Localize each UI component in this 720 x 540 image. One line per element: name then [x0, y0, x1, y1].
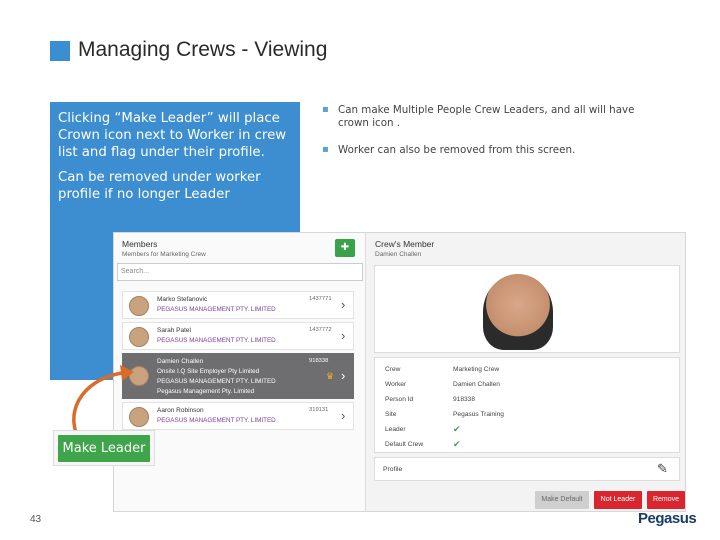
member-company-2: PEGASUS MANAGEMENT PTY. LIMITED	[157, 378, 276, 385]
callout-text-1: Clicking “Make Leader” will place Crown …	[58, 111, 287, 160]
add-member-button[interactable]: ✚	[335, 239, 355, 257]
bullet-item: Can make Multiple People Crew Leaders, a…	[322, 103, 662, 130]
member-company: PEGASUS MANAGEMENT PTY. LIMITED	[157, 417, 276, 424]
detail-value-site: Pegasus Training	[453, 411, 504, 418]
crew-member-subtitle: Damien Challen	[375, 251, 422, 258]
callout-text-2: Can be removed under worker profile if n…	[58, 170, 261, 202]
make-leader-callout: Make Leader	[53, 430, 155, 466]
member-row[interactable]: Sarah Patel PEGASUS MANAGEMENT PTY. LIMI…	[122, 322, 354, 350]
search-input[interactable]: Search...	[117, 263, 363, 281]
avatar	[129, 296, 149, 316]
check-icon: ✔	[453, 439, 461, 449]
detail-label-crew: Crew	[385, 366, 401, 373]
detail-value-worker: Damien Challen	[453, 381, 500, 388]
member-id: 1437772	[309, 327, 332, 333]
chevron-right-icon: ›	[341, 368, 346, 383]
detail-label-site: Site	[385, 411, 397, 418]
profile-row[interactable]: Profile ✎	[374, 457, 680, 481]
member-company: PEGASUS MANAGEMENT PTY. LIMITED	[157, 306, 276, 313]
member-row[interactable]: Marko Stefanovic PEGASUS MANAGEMENT PTY.…	[122, 291, 354, 319]
member-id: 918338	[309, 358, 329, 364]
worker-photo	[483, 274, 553, 350]
not-leader-button[interactable]: Not Leader	[594, 491, 642, 509]
pegasus-logo: Pegasus	[638, 510, 697, 527]
members-title: Members	[122, 239, 158, 249]
detail-value-person-id: 918338	[453, 396, 476, 403]
member-company-3: Pegasus Management Pty. Limited	[157, 388, 255, 395]
crew-member-panel: Crew's Member Damien Challen Crew Market…	[370, 233, 685, 511]
member-id: 1437771	[309, 296, 332, 302]
detail-label-leader: Leader	[385, 426, 406, 433]
bullet-item: Worker can also be removed from this scr…	[322, 143, 662, 157]
member-name: Sarah Patel	[157, 327, 191, 334]
member-name: Damien Challen	[157, 358, 204, 365]
title-accent-square	[50, 41, 70, 61]
crew-member-title: Crew's Member	[375, 239, 435, 249]
slide-title: Managing Crews - Viewing	[78, 38, 328, 61]
photo-card	[374, 265, 680, 353]
bullet-list: Can make Multiple People Crew Leaders, a…	[322, 103, 662, 171]
check-icon: ✔	[453, 424, 461, 434]
member-company: Onsite I.Q Site Employer Pty Limited	[157, 368, 260, 375]
avatar	[129, 327, 149, 347]
detail-value-crew: Marketing Crew	[453, 366, 500, 373]
chevron-right-icon: ›	[341, 297, 346, 312]
remove-button[interactable]: Remove	[647, 491, 685, 509]
chevron-right-icon: ›	[341, 328, 346, 343]
member-id: 319131	[309, 407, 329, 413]
member-name: Marko Stefanovic	[157, 296, 208, 303]
members-subtitle: Members for Marketing Crew	[122, 251, 206, 258]
detail-label-worker: Worker	[385, 381, 407, 388]
member-name: Aaron Robinson	[157, 407, 204, 414]
make-leader-button[interactable]: Make Leader	[58, 435, 150, 462]
detail-label-default-crew: Default Crew	[385, 441, 424, 448]
app-screenshot: Members Members for Marketing Crew ✚ Sea…	[113, 232, 686, 512]
make-default-button[interactable]: Make Default	[535, 491, 589, 509]
profile-label: Profile	[383, 466, 403, 473]
page-number: 43	[30, 514, 42, 525]
member-company: PEGASUS MANAGEMENT PTY. LIMITED	[157, 337, 276, 344]
edit-icon[interactable]: ✎	[657, 461, 668, 477]
chevron-right-icon: ›	[341, 408, 346, 423]
detail-label-person-id: Person Id	[385, 396, 414, 403]
details-card: Crew Marketing Crew Worker Damien Challe…	[374, 357, 680, 453]
crown-icon: ♛	[326, 371, 335, 381]
